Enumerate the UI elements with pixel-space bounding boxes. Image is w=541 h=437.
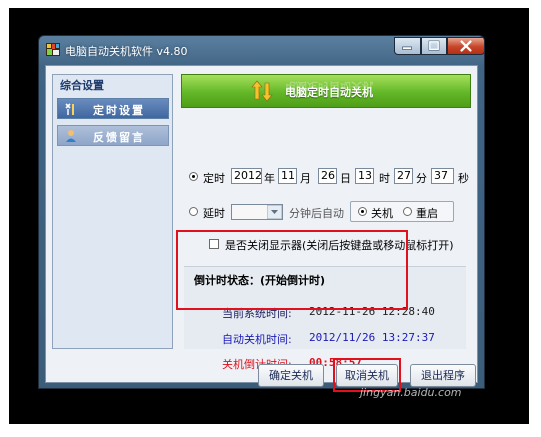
- timer-label: 定时: [203, 172, 225, 185]
- month-unit: 月: [300, 172, 311, 185]
- month-field[interactable]: 11: [278, 168, 297, 184]
- shutdown-label: 关机: [371, 207, 393, 220]
- sidebar-item-timer-settings[interactable]: 定时设置: [57, 98, 169, 119]
- hour-unit: 时: [379, 172, 390, 185]
- status-highlight-box: [176, 230, 408, 310]
- day-field[interactable]: 26: [318, 168, 337, 184]
- maximize-button[interactable]: [421, 37, 447, 55]
- banner-title-reflection: 电脑定时自动关机: [285, 80, 373, 93]
- client-area: 综合设置 定时设置 反馈留言 电脑定时自动关机 电脑定时自动关机 定时 2012…: [45, 65, 478, 383]
- second-field[interactable]: 37: [431, 168, 454, 184]
- app-icon: [46, 43, 60, 56]
- sidebar: 综合设置 定时设置 反馈留言: [52, 74, 173, 349]
- shutdown-time-label: 自动关机时间:: [222, 333, 292, 346]
- sidebar-item-feedback[interactable]: 反馈留言: [57, 125, 169, 146]
- banner: 电脑定时自动关机 电脑定时自动关机: [181, 74, 471, 108]
- user-icon: [66, 130, 76, 142]
- up-down-arrows-icon: [251, 80, 273, 102]
- hour-field[interactable]: 13: [355, 168, 374, 184]
- shutdown-radio[interactable]: [358, 207, 367, 216]
- sidebar-item-label: 定时设置: [93, 104, 145, 117]
- sidebar-item-label: 反馈留言: [93, 131, 145, 144]
- day-unit: 日: [340, 172, 351, 185]
- delay-label: 延时: [203, 207, 225, 220]
- tools-icon: [65, 103, 74, 115]
- close-icon: [460, 40, 472, 52]
- second-unit: 秒: [458, 172, 469, 185]
- sidebar-header: 综合设置: [60, 79, 104, 92]
- exit-program-button[interactable]: 退出程序: [410, 364, 476, 387]
- year-field[interactable]: 2012: [231, 168, 262, 184]
- confirm-shutdown-button[interactable]: 确定关机: [258, 364, 324, 387]
- restart-radio[interactable]: [403, 207, 412, 216]
- window-title: 电脑自动关机软件 v4.80: [65, 45, 188, 58]
- watermark: jingyan.baidu.com: [360, 386, 462, 399]
- delay-suffix: 分钟后自动: [289, 207, 344, 220]
- shutdown-time-value: 2012/11/26 13:27:37: [309, 331, 435, 344]
- year-unit: 年: [264, 172, 275, 185]
- close-button[interactable]: [447, 37, 484, 55]
- minimize-button[interactable]: [394, 37, 421, 55]
- chevron-down-icon[interactable]: [267, 205, 282, 219]
- title-bar[interactable]: 电脑自动关机软件 v4.80: [39, 36, 484, 64]
- delay-radio[interactable]: [189, 207, 198, 216]
- maximize-icon: [428, 40, 440, 51]
- restart-label: 重启: [416, 207, 438, 220]
- minute-field[interactable]: 27: [394, 168, 413, 184]
- minute-unit: 分: [416, 172, 427, 185]
- app-window: 电脑自动关机软件 v4.80 综合设置 定时设置 反馈留言 电脑定时自动关机 电…: [38, 35, 485, 389]
- timer-radio[interactable]: [189, 172, 198, 181]
- minimize-icon: [402, 46, 412, 50]
